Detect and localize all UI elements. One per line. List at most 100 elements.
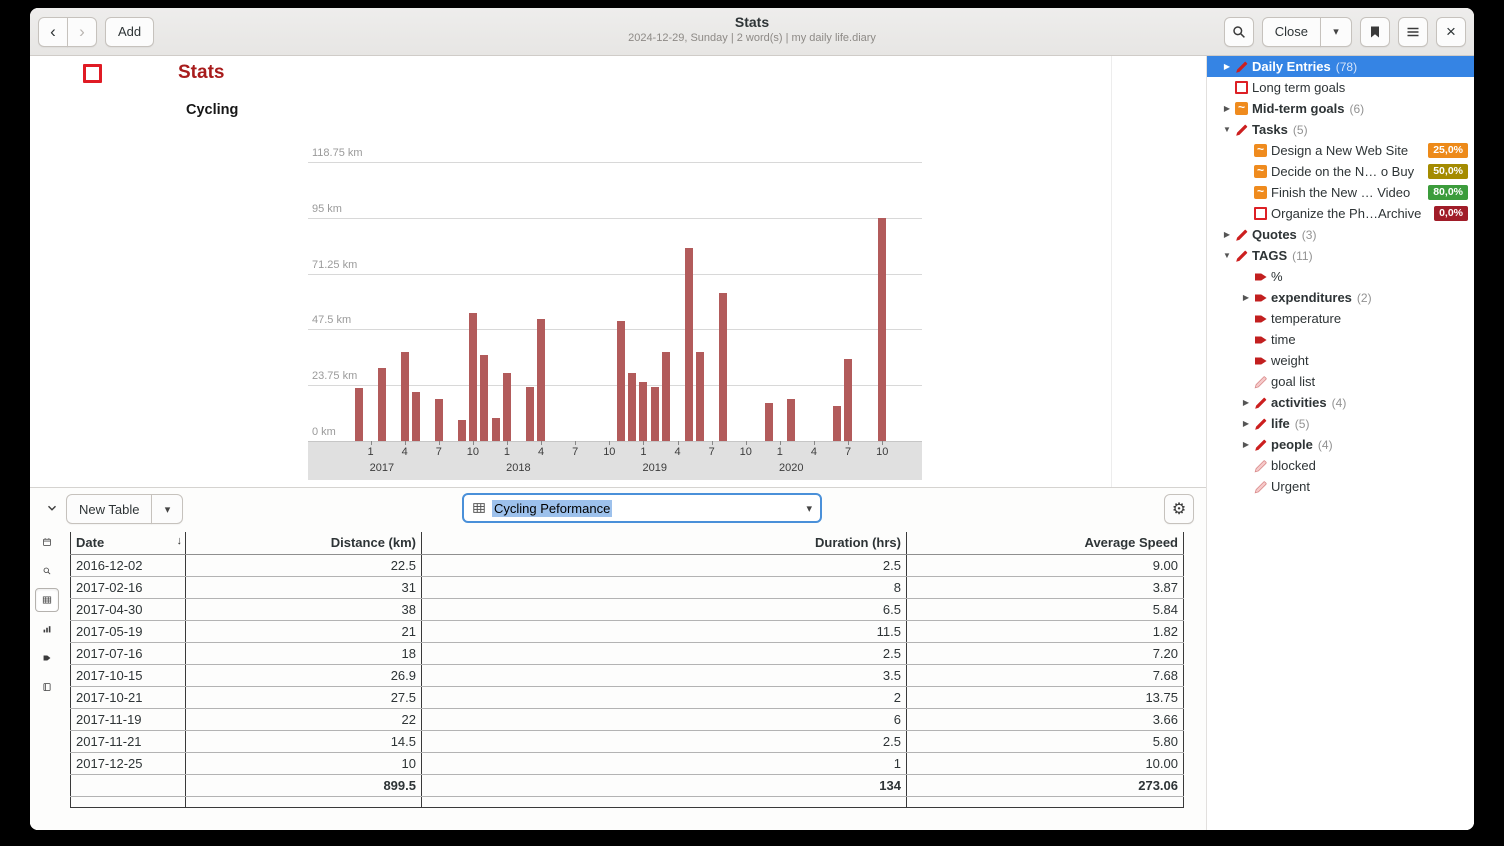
sidebar-item-mid-term-goals[interactable]: ▶~Mid-term goals(6) [1207, 98, 1474, 119]
table-cell[interactable]: 2017-10-15 [71, 664, 186, 686]
collapse-panel-button[interactable] [38, 496, 66, 520]
sidebar-item-design-a-new-web-site[interactable]: ~Design a New Web Site25,0% [1207, 140, 1474, 161]
table-cell[interactable]: 2016-12-02 [71, 554, 186, 576]
sidebar-item-people[interactable]: ▶people(4) [1207, 434, 1474, 455]
table-cell[interactable]: 14.5 [186, 730, 422, 752]
search-button[interactable] [1224, 17, 1254, 47]
table-cell[interactable]: 8 [422, 576, 907, 598]
table-cell[interactable]: 13.75 [907, 686, 1184, 708]
table-cell[interactable]: 11.5 [422, 620, 907, 642]
table-cell[interactable]: 2 [422, 686, 907, 708]
expander-arrow[interactable]: ▶ [1238, 293, 1254, 302]
table-cell[interactable]: 2017-04-30 [71, 598, 186, 620]
table-cell[interactable]: 5.80 [907, 730, 1184, 752]
table-cell[interactable]: 22 [186, 708, 422, 730]
table-cell[interactable]: 5.84 [907, 598, 1184, 620]
sidebar-item-urgent[interactable]: Urgent [1207, 476, 1474, 497]
item-count: (6) [1349, 102, 1364, 116]
calendar-tool-button[interactable] [35, 530, 59, 554]
expander-arrow[interactable]: ▶ [1219, 62, 1235, 71]
sidebar-item-tasks[interactable]: ▼Tasks(5) [1207, 119, 1474, 140]
back-button[interactable]: ‹ [38, 17, 68, 47]
expander-arrow[interactable]: ▶ [1238, 419, 1254, 428]
table-cell[interactable]: 10.00 [907, 752, 1184, 774]
table-cell[interactable]: 26.9 [186, 664, 422, 686]
close-menu-arrow-button[interactable]: ▾ [1320, 17, 1352, 47]
sidebar-item-activities[interactable]: ▶activities(4) [1207, 392, 1474, 413]
expander-arrow[interactable]: ▶ [1219, 104, 1235, 113]
column-header-average-speed[interactable]: Average Speed [907, 532, 1184, 554]
tags-tool-button[interactable] [35, 646, 59, 670]
table-cell[interactable]: 21 [186, 620, 422, 642]
entries-sidebar: ▶Daily Entries(78)Long term goals▶~Mid-t… [1206, 56, 1474, 830]
table-cell[interactable]: 1.82 [907, 620, 1184, 642]
sidebar-item-long-term-goals[interactable]: Long term goals [1207, 77, 1474, 98]
table-cell[interactable]: 2017-02-16 [71, 576, 186, 598]
table-cell[interactable]: 3.87 [907, 576, 1184, 598]
table-cell[interactable]: 38 [186, 598, 422, 620]
table-selector-combo[interactable]: Cycling Peformance ▾ [462, 493, 822, 523]
table-row: 2017-05-192111.51.82 [71, 620, 1184, 642]
table-name-value[interactable]: Cycling Peformance [492, 500, 612, 517]
expander-arrow[interactable]: ▶ [1219, 230, 1235, 239]
expander-arrow[interactable]: ▼ [1219, 125, 1235, 134]
forward-button[interactable]: › [67, 17, 97, 47]
column-header-distance-km[interactable]: Distance (km) [186, 532, 422, 554]
sidebar-item-time[interactable]: time [1207, 329, 1474, 350]
table-cell[interactable]: 2017-10-21 [71, 686, 186, 708]
diary-tool-button[interactable] [35, 675, 59, 699]
bookmarks-button[interactable] [1360, 17, 1390, 47]
add-button[interactable]: Add [105, 17, 154, 47]
table-cell[interactable]: 2017-11-21 [71, 730, 186, 752]
table-cell[interactable]: 6.5 [422, 598, 907, 620]
table-cell[interactable]: 22.5 [186, 554, 422, 576]
search-tool-button[interactable] [35, 559, 59, 583]
close-diary-button[interactable]: Close [1262, 17, 1321, 47]
table-cell[interactable]: 2017-12-25 [71, 752, 186, 774]
chart-tool-button[interactable] [35, 617, 59, 641]
main-menu-button[interactable] [1398, 17, 1428, 47]
sidebar-item-organize-the-ph-archive[interactable]: Organize the Ph…Archive0,0% [1207, 203, 1474, 224]
table-cell[interactable]: 2017-05-19 [71, 620, 186, 642]
table-tool-button[interactable] [35, 588, 59, 612]
sidebar-item-life[interactable]: ▶life(5) [1207, 413, 1474, 434]
empty-cell [186, 796, 422, 807]
table-cell[interactable]: 7.68 [907, 664, 1184, 686]
sidebar-item-expenditures[interactable]: ▶expenditures(2) [1207, 287, 1474, 308]
table-cell[interactable]: 10 [186, 752, 422, 774]
expander-arrow[interactable]: ▶ [1238, 398, 1254, 407]
column-header-date[interactable]: Date↓ [71, 532, 186, 554]
table-settings-button[interactable]: ⚙ [1164, 494, 1194, 524]
sidebar-item-decide-on-the-n-o-buy[interactable]: ~Decide on the N… o Buy50,0% [1207, 161, 1474, 182]
new-table-arrow-button[interactable]: ▾ [151, 494, 183, 524]
table-cell[interactable]: 3.66 [907, 708, 1184, 730]
sidebar-item-finish-the-new-video[interactable]: ~Finish the New … Video80,0% [1207, 182, 1474, 203]
table-cell[interactable]: 6 [422, 708, 907, 730]
table-cell[interactable]: 7.20 [907, 642, 1184, 664]
table-cell[interactable]: 9.00 [907, 554, 1184, 576]
sidebar-item-tags[interactable]: ▼TAGS(11) [1207, 245, 1474, 266]
column-header-duration-hrs[interactable]: Duration (hrs) [422, 532, 907, 554]
sidebar-item-item[interactable]: % [1207, 266, 1474, 287]
expander-arrow[interactable]: ▼ [1219, 251, 1235, 260]
table-cell[interactable]: 2017-11-19 [71, 708, 186, 730]
sidebar-item-weight[interactable]: weight [1207, 350, 1474, 371]
table-cell[interactable]: 27.5 [186, 686, 422, 708]
table-row: 2017-02-163183.87 [71, 576, 1184, 598]
table-cell[interactable]: 18 [186, 642, 422, 664]
table-cell[interactable]: 3.5 [422, 664, 907, 686]
table-cell[interactable]: 31 [186, 576, 422, 598]
table-cell[interactable]: 2.5 [422, 730, 907, 752]
table-cell[interactable]: 2.5 [422, 554, 907, 576]
sidebar-item-goal-list[interactable]: goal list [1207, 371, 1474, 392]
table-cell[interactable]: 1 [422, 752, 907, 774]
new-table-button[interactable]: New Table [66, 494, 152, 524]
table-cell[interactable]: 2017-07-16 [71, 642, 186, 664]
window-close-button[interactable]: × [1436, 17, 1466, 47]
sidebar-item-daily-entries[interactable]: ▶Daily Entries(78) [1207, 56, 1474, 77]
sidebar-item-blocked[interactable]: blocked [1207, 455, 1474, 476]
table-cell[interactable]: 2.5 [422, 642, 907, 664]
sidebar-item-quotes[interactable]: ▶Quotes(3) [1207, 224, 1474, 245]
expander-arrow[interactable]: ▶ [1238, 440, 1254, 449]
sidebar-item-temperature[interactable]: temperature [1207, 308, 1474, 329]
